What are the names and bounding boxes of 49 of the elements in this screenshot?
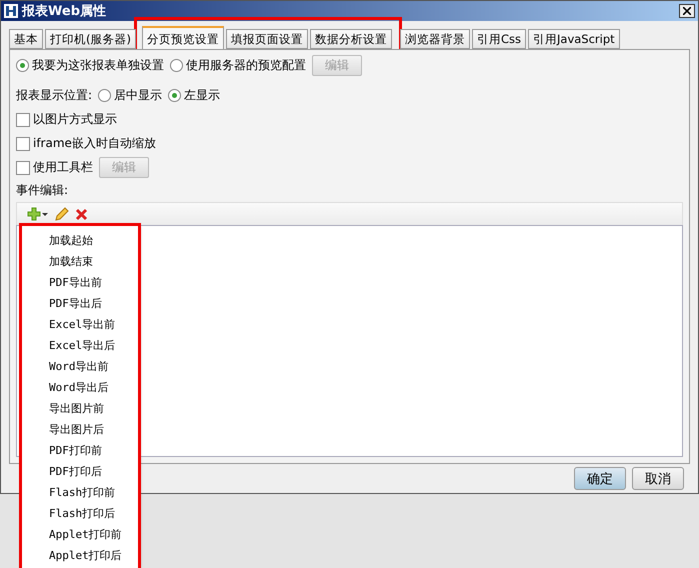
menu-item[interactable]: Flash打印后	[22, 503, 138, 524]
pencil-icon[interactable]	[55, 207, 69, 221]
tab[interactable]: 分页预览设置	[142, 26, 224, 50]
menu-item[interactable]: Word导出前	[22, 356, 138, 377]
dialog-button[interactable]: 确定	[574, 467, 626, 490]
menu-item[interactable]: Applet打印前	[22, 524, 138, 545]
dialog-button[interactable]: 取消	[632, 467, 684, 490]
close-icon	[683, 7, 691, 15]
menu-item[interactable]: PDF打印前	[22, 440, 138, 461]
checkbox-option[interactable]: 以图片方式显示	[16, 111, 117, 128]
tab[interactable]: 打印机(服务器)	[45, 29, 136, 49]
checkbox-option[interactable]: iframe嵌入时自动缩放	[16, 135, 156, 152]
radio-option[interactable]: 使用服务器的预览配置	[170, 57, 306, 74]
menu-item[interactable]: Flash打印前	[22, 482, 138, 503]
radio-option[interactable]: 居中显示	[98, 87, 162, 104]
add-dropdown-icon[interactable]	[27, 207, 49, 221]
checkbox[interactable]	[16, 160, 30, 174]
radio-icon[interactable]	[16, 59, 29, 72]
menu-item[interactable]: PDF导出前	[22, 272, 138, 293]
position-label: 报表显示位置:	[16, 87, 92, 104]
tab[interactable]: 基本	[9, 29, 43, 49]
tab[interactable]: 浏览器背景	[400, 29, 470, 49]
menu-item[interactable]: 导出图片前	[22, 398, 138, 419]
radio-icon[interactable]	[98, 89, 112, 102]
radio-icon[interactable]	[168, 89, 182, 102]
tab[interactable]: 引用JavaScript	[528, 29, 620, 49]
tab[interactable]: 引用Css	[472, 29, 526, 49]
menu-item[interactable]: 加载起始	[22, 230, 138, 251]
tab[interactable]: 数据分析设置	[310, 29, 392, 49]
radio-option[interactable]: 我要为这张报表单独设置	[16, 57, 164, 74]
menu-item[interactable]: Applet打印后	[22, 545, 138, 566]
delete-icon[interactable]	[75, 208, 88, 220]
radio-option[interactable]: 左显示	[168, 87, 220, 104]
menu-item[interactable]: 加载结束	[22, 251, 138, 272]
app-logo-icon	[4, 4, 18, 18]
menu-item[interactable]: Word导出后	[22, 377, 138, 398]
events-label: 事件编辑:	[16, 182, 70, 199]
radio-icon[interactable]	[170, 59, 183, 72]
menu-item[interactable]: Excel导出后	[22, 335, 138, 356]
menu-item[interactable]: 导出图片后	[22, 419, 138, 440]
checkbox[interactable]	[16, 136, 30, 150]
menu-item[interactable]: Excel导出前	[22, 314, 138, 335]
tab[interactable]: 填报页面设置	[226, 29, 308, 49]
menu-item[interactable]: PDF打印后	[22, 461, 138, 482]
checkbox[interactable]	[16, 112, 30, 126]
window-title: 报表Web属性	[22, 3, 107, 20]
checkbox-option[interactable]: 使用工具栏	[16, 159, 93, 176]
menu-item[interactable]: PDF导出后	[22, 293, 138, 314]
close-button[interactable]	[679, 4, 695, 18]
